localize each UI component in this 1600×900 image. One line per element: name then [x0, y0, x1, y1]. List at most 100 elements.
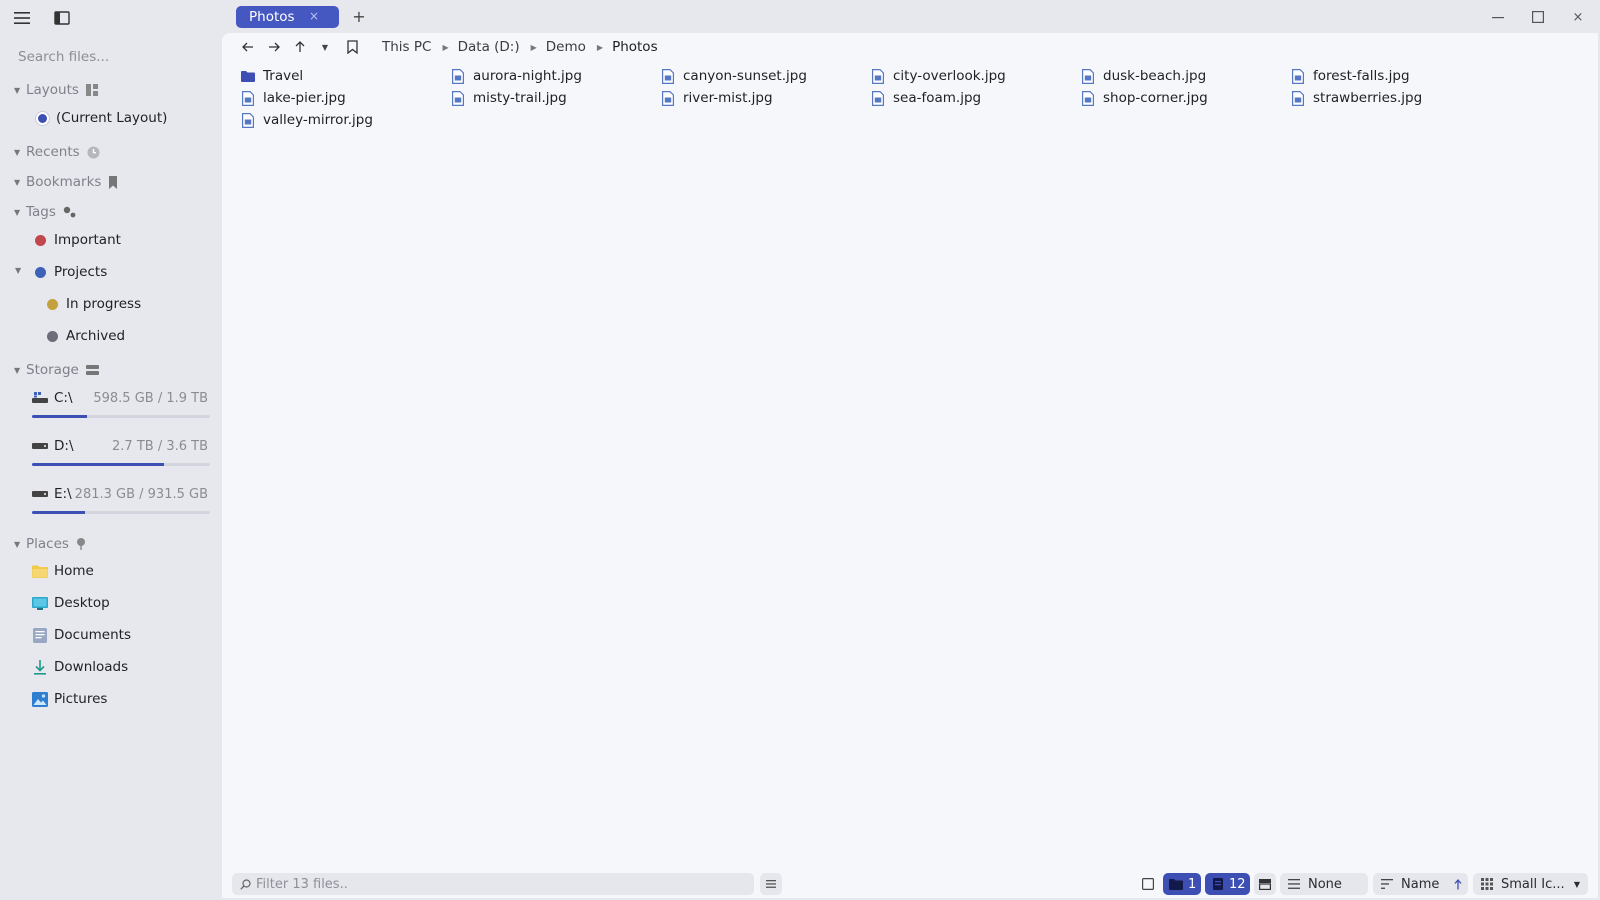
maximize-button[interactable]	[1518, 4, 1558, 30]
search-files-input[interactable]	[18, 47, 208, 67]
layout-item-current[interactable]: (Current Layout)	[34, 107, 167, 129]
drive-c[interactable]: C:\ 598.5 GB / 1.9 TB	[32, 388, 210, 430]
breadcrumb-this-pc[interactable]: This PC	[382, 39, 431, 55]
tag-archived[interactable]: Archived	[44, 325, 125, 347]
sort-ascending-icon[interactable]	[1454, 878, 1462, 890]
sort-icon	[1381, 879, 1393, 889]
place-label: Documents	[54, 627, 131, 643]
section-places[interactable]: ▼ Places	[14, 534, 86, 554]
breadcrumb-data-d[interactable]: Data (D:)	[458, 39, 520, 55]
menu-icon[interactable]	[9, 7, 35, 29]
back-button[interactable]	[240, 37, 256, 57]
file-name: aurora-night.jpg	[473, 68, 582, 84]
close-window-button[interactable]: ×	[1558, 4, 1598, 30]
file-view-pane	[222, 33, 1598, 898]
folder-item[interactable]: Travel	[241, 66, 303, 86]
file-item[interactable]: shop-corner.jpg	[1081, 88, 1208, 108]
tag-important[interactable]: Important	[32, 229, 121, 251]
preview-pane-icon	[1259, 878, 1271, 890]
tag-dot-icon	[44, 328, 60, 344]
arrow-right-icon	[269, 42, 280, 52]
file-name: canyon-sunset.jpg	[683, 68, 807, 84]
collapse-caret-icon: ▼	[14, 147, 21, 157]
breadcrumb: This PC ▶ Data (D:) ▶ Demo ▶ Photos	[382, 37, 658, 57]
image-file-icon	[451, 90, 465, 106]
file-item[interactable]: sea-foam.jpg	[871, 88, 981, 108]
layout-item-label: (Current Layout)	[56, 110, 168, 126]
collapse-caret-icon: ▼	[14, 539, 21, 549]
file-item[interactable]: canyon-sunset.jpg	[661, 66, 807, 86]
file-name: forest-falls.jpg	[1313, 68, 1410, 84]
drive-e[interactable]: E:\ 281.3 GB / 931.5 GB	[32, 484, 210, 526]
folder-count: 1	[1188, 876, 1197, 892]
file-item[interactable]: valley-mirror.jpg	[241, 110, 373, 130]
place-label: Home	[54, 563, 94, 579]
place-documents[interactable]: Documents	[32, 624, 131, 646]
breadcrumb-photos[interactable]: Photos	[612, 39, 658, 55]
section-storage[interactable]: ▼ Storage	[14, 360, 99, 380]
group-icon	[1288, 879, 1300, 889]
section-layouts[interactable]: ▼ Layouts	[14, 80, 98, 100]
file-item[interactable]: lake-pier.jpg	[241, 88, 346, 108]
filter-input[interactable]	[256, 876, 736, 892]
place-downloads[interactable]: Downloads	[32, 656, 128, 678]
file-name: misty-trail.jpg	[473, 90, 567, 106]
tag-label: In progress	[66, 296, 142, 312]
maximize-icon	[1532, 11, 1544, 23]
up-button[interactable]	[293, 37, 307, 57]
chevron-down-icon: ▼	[1573, 879, 1580, 889]
breadcrumb-demo[interactable]: Demo	[546, 39, 586, 55]
file-item[interactable]: river-mist.jpg	[661, 88, 773, 108]
tag-in-progress[interactable]: In progress	[44, 293, 141, 315]
clock-icon	[87, 146, 100, 159]
section-bookmarks[interactable]: ▼ Bookmarks	[14, 172, 118, 192]
arrow-left-icon	[242, 42, 253, 52]
arrow-up-icon	[295, 41, 305, 52]
tab-close-icon[interactable]: ×	[309, 9, 319, 23]
preview-pane-button[interactable]	[1254, 873, 1276, 895]
drive-d[interactable]: D:\ 2.7 TB / 3.6 TB	[32, 436, 210, 478]
file-count-toggle[interactable]: 12	[1205, 873, 1250, 895]
place-home[interactable]: Home	[32, 560, 94, 582]
minimize-button[interactable]	[1478, 4, 1518, 30]
bookmark-outline-icon	[346, 40, 358, 54]
group-by-button[interactable]: None	[1280, 873, 1368, 895]
tab-photos[interactable]: Photos ×	[236, 6, 339, 28]
search-icon	[240, 878, 251, 890]
drive-usage-bar	[32, 511, 210, 514]
place-pictures[interactable]: Pictures	[32, 688, 107, 710]
folder-count-toggle[interactable]: 1	[1163, 873, 1201, 895]
place-desktop[interactable]: Desktop	[32, 592, 110, 614]
drive-size: 2.7 TB / 3.6 TB	[112, 438, 208, 454]
filter-options-button[interactable]	[760, 873, 782, 895]
desktop-icon	[32, 595, 48, 611]
view-mode-dropdown[interactable]: Small Ic... ▼	[1473, 873, 1588, 895]
section-tags[interactable]: ▼ Tags	[14, 202, 77, 222]
bookmark-icon	[108, 175, 118, 189]
collapse-caret-icon: ▼	[14, 365, 21, 375]
tag-projects[interactable]: Projects	[32, 261, 107, 283]
tab-label: Photos	[249, 9, 295, 25]
drive-label: C:\	[54, 390, 73, 406]
image-file-icon	[1081, 68, 1095, 84]
bookmark-add-button[interactable]	[344, 37, 360, 57]
forward-button[interactable]	[266, 37, 282, 57]
file-item[interactable]: strawberries.jpg	[1291, 88, 1422, 108]
select-all-checkbox[interactable]	[1140, 873, 1156, 895]
image-file-icon	[1291, 68, 1305, 84]
file-item[interactable]: city-overlook.jpg	[871, 66, 1006, 86]
file-item[interactable]: forest-falls.jpg	[1291, 66, 1410, 86]
view-mode-label: Small Ic...	[1501, 876, 1565, 892]
sort-by-button[interactable]: Name	[1373, 873, 1468, 895]
file-item[interactable]: misty-trail.jpg	[451, 88, 567, 108]
drive-icon	[32, 487, 48, 501]
section-recents[interactable]: ▼ Recents	[14, 142, 100, 162]
toggle-sidebar-icon[interactable]	[49, 7, 75, 29]
breadcrumb-separator-icon: ▶	[596, 42, 604, 52]
file-item[interactable]: aurora-night.jpg	[451, 66, 582, 86]
file-item[interactable]: dusk-beach.jpg	[1081, 66, 1206, 86]
history-dropdown-icon[interactable]: ▼	[318, 37, 332, 57]
collapse-caret-icon[interactable]: ▼	[15, 266, 21, 275]
new-tab-button[interactable]: +	[350, 7, 368, 27]
file-name: city-overlook.jpg	[893, 68, 1006, 84]
